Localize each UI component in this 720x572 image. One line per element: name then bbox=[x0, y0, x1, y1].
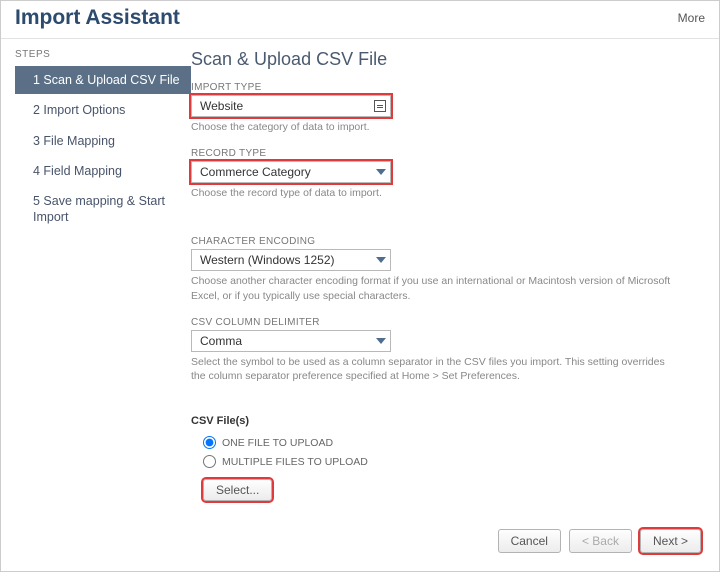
import-type-label: IMPORT TYPE bbox=[191, 82, 705, 93]
step-1[interactable]: 1 Scan & Upload CSV File bbox=[15, 66, 191, 94]
radio-one-file-label: ONE FILE TO UPLOAD bbox=[222, 437, 333, 449]
list-icon bbox=[374, 100, 386, 112]
radio-multi-file-label: MULTIPLE FILES TO UPLOAD bbox=[222, 456, 368, 468]
import-type-helper: Choose the category of data to import. bbox=[191, 120, 681, 134]
step-2[interactable]: 2 Import Options bbox=[15, 96, 191, 124]
more-link[interactable]: More bbox=[678, 11, 705, 25]
step-3[interactable]: 3 File Mapping bbox=[15, 127, 191, 155]
record-type-label: RECORD TYPE bbox=[191, 148, 705, 159]
char-encoding-select[interactable]: Western (Windows 1252) bbox=[191, 249, 391, 271]
steps-sidebar: STEPS 1 Scan & Upload CSV File 2 Import … bbox=[1, 39, 191, 567]
wizard-footer: Cancel < Back Next > bbox=[191, 517, 705, 557]
import-type-select[interactable]: Website bbox=[191, 95, 391, 117]
delimiter-select[interactable]: Comma bbox=[191, 330, 391, 352]
chevron-down-icon bbox=[376, 338, 386, 344]
delimiter-value: Comma bbox=[200, 334, 242, 348]
step-4[interactable]: 4 Field Mapping bbox=[15, 157, 191, 185]
delimiter-label: CSV COLUMN DELIMITER bbox=[191, 317, 705, 328]
record-type-select[interactable]: Commerce Category bbox=[191, 161, 391, 183]
radio-one-file-input[interactable] bbox=[203, 436, 216, 449]
csv-files-heading: CSV File(s) bbox=[191, 415, 705, 427]
chevron-down-icon bbox=[376, 169, 386, 175]
char-encoding-value: Western (Windows 1252) bbox=[200, 253, 335, 267]
step-5[interactable]: 5 Save mapping & Start Import bbox=[15, 187, 191, 232]
back-button: < Back bbox=[569, 529, 632, 553]
char-encoding-helper: Choose another character encoding format… bbox=[191, 274, 681, 302]
cancel-button[interactable]: Cancel bbox=[498, 529, 561, 553]
select-file-button[interactable]: Select... bbox=[203, 479, 272, 501]
main-panel: Scan & Upload CSV File IMPORT TYPE Websi… bbox=[191, 39, 719, 567]
radio-multi-file[interactable]: MULTIPLE FILES TO UPLOAD bbox=[191, 452, 705, 471]
delimiter-helper: Select the symbol to be used as a column… bbox=[191, 355, 681, 383]
chevron-down-icon bbox=[376, 257, 386, 263]
radio-multi-file-input[interactable] bbox=[203, 455, 216, 468]
record-type-value: Commerce Category bbox=[200, 165, 311, 179]
next-button[interactable]: Next > bbox=[640, 529, 701, 553]
section-title: Scan & Upload CSV File bbox=[191, 49, 705, 70]
record-type-helper: Choose the record type of data to import… bbox=[191, 186, 681, 200]
char-encoding-label: CHARACTER ENCODING bbox=[191, 236, 705, 247]
import-type-value: Website bbox=[200, 99, 243, 113]
page-title: Import Assistant bbox=[15, 6, 180, 30]
steps-heading: STEPS bbox=[15, 49, 191, 60]
radio-one-file[interactable]: ONE FILE TO UPLOAD bbox=[191, 433, 705, 452]
